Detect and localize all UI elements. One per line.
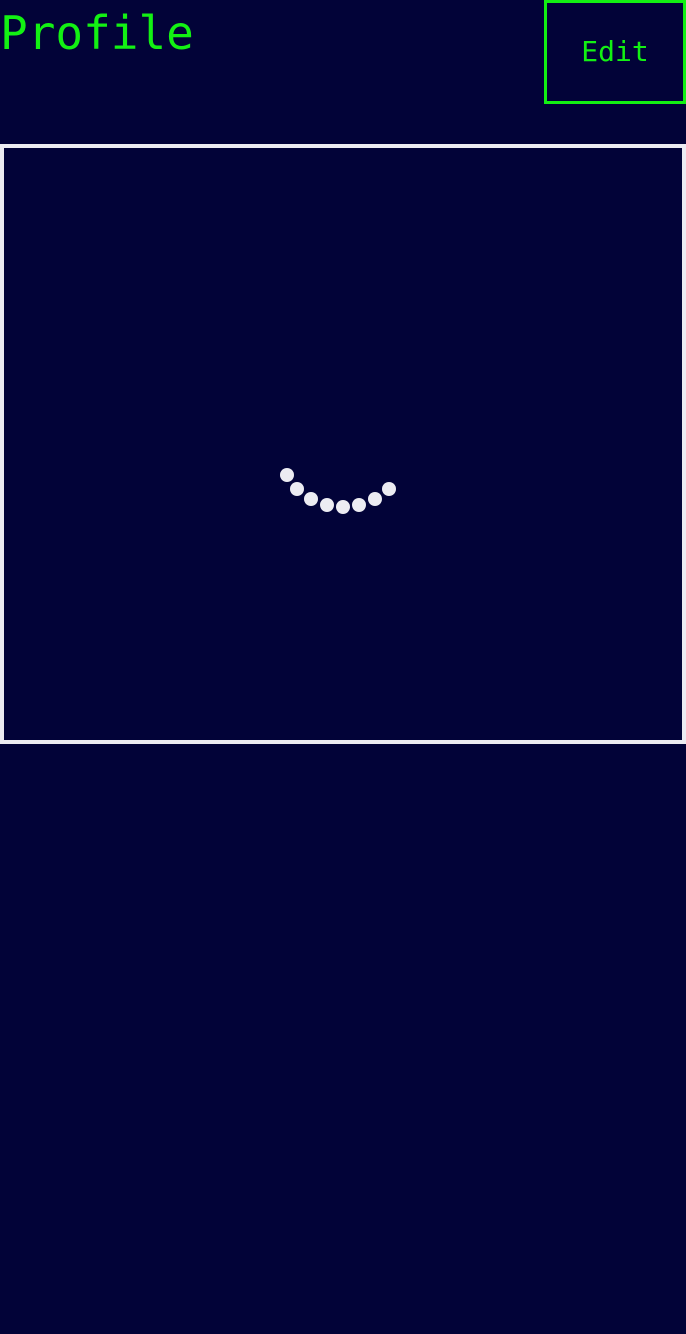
- spinner-dot: [320, 498, 334, 512]
- spinner-dot: [382, 482, 396, 496]
- loading-spinner-svg: [280, 468, 396, 514]
- page-title: Profile: [0, 6, 194, 60]
- header-bar: Profile Edit: [0, 0, 686, 144]
- spinner-dot: [368, 492, 382, 506]
- spinner-dot: [304, 492, 318, 506]
- spinner-dot: [352, 498, 366, 512]
- spinner-dot: [280, 468, 294, 482]
- edit-button[interactable]: Edit: [544, 0, 686, 104]
- profile-image-frame: [0, 144, 686, 744]
- spinner-dot: [290, 482, 304, 496]
- spinner-dot: [336, 500, 350, 514]
- loading-spinner-icon: [276, 462, 400, 518]
